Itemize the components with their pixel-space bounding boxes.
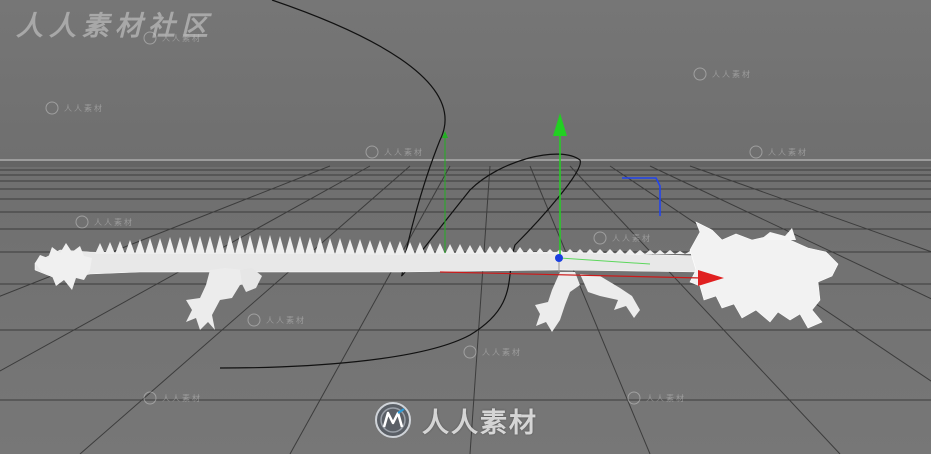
watermark-tile-text: 人人素材 bbox=[712, 70, 752, 79]
gizmo-origin-handle[interactable] bbox=[555, 254, 563, 262]
viewport-background bbox=[0, 0, 931, 454]
watermark-tile-text: 人人素材 bbox=[482, 348, 522, 357]
watermark-tile-text: 人人素材 bbox=[768, 148, 808, 157]
logo-icon bbox=[375, 402, 411, 438]
watermark-bottom-logo: 人人素材 bbox=[374, 400, 538, 440]
viewport-scene[interactable] bbox=[0, 0, 931, 454]
watermark-tile-text: 人人素材 bbox=[94, 218, 134, 227]
watermark-tile-text: 人人素材 bbox=[646, 394, 686, 403]
watermark-tile-text: 人人素材 bbox=[162, 34, 202, 43]
horizon-band bbox=[0, 161, 931, 167]
watermark-tile-text: 人人素材 bbox=[384, 148, 424, 157]
3d-viewport[interactable]: 人人素材社区 人人素材 人人素材 人人素材 人人素材 人人素材 人人素材 人人素… bbox=[0, 0, 931, 454]
watermark-tile-text: 人人素材 bbox=[64, 104, 104, 113]
watermark-tile-text: 人人素材 bbox=[162, 394, 202, 403]
watermark-tile-text: 人人素材 bbox=[612, 234, 652, 243]
logo-text: 人人素材 bbox=[422, 407, 538, 439]
watermark-tile-text: 人人素材 bbox=[266, 316, 306, 325]
